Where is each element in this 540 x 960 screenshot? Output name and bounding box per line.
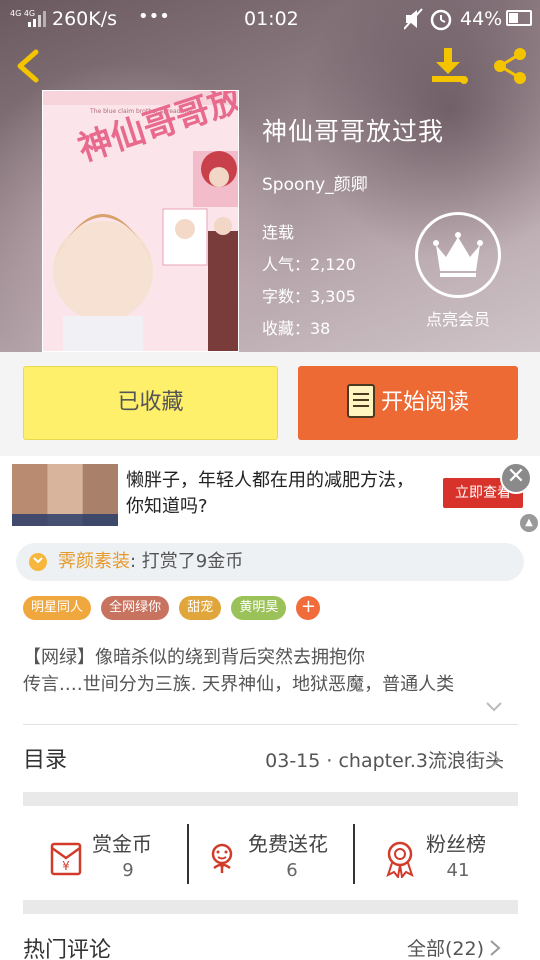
book-header: 4G 4G 260K/s ••• 01:02 44% The blue clai… bbox=[0, 0, 540, 352]
free-flowers-button[interactable]: 免费送花 6 bbox=[202, 824, 342, 884]
hot-comments-header[interactable]: 热门评论 全部(22) bbox=[0, 928, 540, 960]
stat-value: 6 bbox=[286, 860, 298, 881]
fan-ranking-button[interactable]: 粉丝榜 41 bbox=[380, 824, 510, 884]
collected-button[interactable]: 已收藏 bbox=[23, 366, 278, 440]
share-icon[interactable] bbox=[490, 46, 530, 86]
ad-close-button[interactable]: ✕ bbox=[500, 462, 532, 494]
stat-value: 9 bbox=[122, 860, 134, 881]
crown-icon bbox=[415, 212, 501, 298]
chevron-right-icon bbox=[490, 752, 501, 768]
book-author[interactable]: Spoony_颜卿 bbox=[262, 170, 444, 195]
section-divider bbox=[23, 900, 518, 914]
status-bar: 4G 4G 260K/s ••• 01:02 44% bbox=[0, 0, 540, 38]
reward-coins-button[interactable]: ¥ 赏金币 9 bbox=[46, 824, 176, 884]
start-reading-label: 开始阅读 bbox=[380, 390, 469, 415]
book-icon bbox=[346, 384, 375, 418]
signal-icon bbox=[28, 11, 46, 27]
book-description[interactable]: 【网绿】像暗杀似的绕到背后突然去拥抱你 传言.…世间分为三族. 天界神仙，地狱恶… bbox=[23, 644, 523, 698]
hot-comments-label: 热门评论 bbox=[23, 938, 112, 960]
start-reading-button[interactable]: 开始阅读 bbox=[298, 366, 518, 440]
stats-row: ¥ 赏金币 9 免费送花 6 粉丝榜 41 bbox=[0, 804, 540, 900]
divider bbox=[23, 724, 518, 725]
stat-name: 赏金币 bbox=[92, 832, 152, 856]
table-of-contents-row[interactable]: 目录 03-15 · chapter.3流浪街头 bbox=[0, 726, 540, 790]
network-speed: 260K/s bbox=[52, 8, 118, 30]
clock: 01:02 bbox=[244, 8, 299, 30]
reward-ticker[interactable]: 霁颜素装: 打赏了9金币 bbox=[16, 543, 524, 581]
expand-chevron-icon[interactable] bbox=[484, 700, 504, 714]
divider bbox=[187, 824, 189, 884]
book-title: 神仙哥哥放过我 bbox=[262, 117, 445, 146]
cover-artwork: The blue claim brother spread me 神仙哥哥放过我 bbox=[43, 91, 238, 351]
tag-list: 明星同人 全网绿你 甜宠 黄明昊 + bbox=[23, 596, 321, 620]
back-arrow-icon[interactable] bbox=[10, 46, 48, 86]
description-line: 传言.…世间分为三族. 天界神仙，地狱恶魔，普通人类 bbox=[23, 674, 455, 695]
chevron-right-icon bbox=[490, 940, 501, 956]
stat-name: 粉丝榜 bbox=[426, 832, 486, 856]
more-notifications-icon: ••• bbox=[138, 6, 170, 27]
ad-badge-icon: ▲ bbox=[520, 514, 538, 532]
tag-item[interactable]: 甜宠 bbox=[179, 596, 222, 620]
vip-button[interactable]: 点亮会员 bbox=[414, 212, 502, 330]
flower-icon bbox=[211, 843, 233, 873]
reward-user: 霁颜素装 bbox=[58, 551, 130, 572]
medal-icon bbox=[386, 841, 414, 878]
red-envelope-icon: ¥ bbox=[50, 842, 82, 876]
battery-icon bbox=[506, 10, 532, 26]
divider bbox=[353, 824, 355, 884]
stat-name: 免费送花 bbox=[248, 832, 328, 856]
vip-label: 点亮会员 bbox=[425, 310, 490, 329]
latest-chapter: 03-15 · chapter.3流浪街头 bbox=[265, 750, 504, 772]
download-icon[interactable] bbox=[428, 46, 472, 86]
stat-value: 41 bbox=[446, 860, 470, 881]
action-bar: 已收藏 开始阅读 bbox=[0, 352, 540, 456]
svg-text:¥: ¥ bbox=[62, 859, 70, 873]
battery-percent: 44% bbox=[460, 8, 503, 30]
reward-action: : 打赏了9金币 bbox=[130, 551, 244, 572]
book-detail-content: 霁颜素装: 打赏了9金币 明星同人 全网绿你 甜宠 黄明昊 + 【网绿】像暗杀似… bbox=[0, 536, 540, 960]
book-cover[interactable]: The blue claim brother spread me 神仙哥哥放过我 bbox=[42, 90, 239, 352]
ad-image bbox=[12, 464, 118, 526]
tag-item[interactable]: 明星同人 bbox=[23, 596, 92, 620]
ad-banner[interactable]: 懒胖子，年轻人都在用的减肥方法，你知道吗? 立即查看 bbox=[0, 456, 540, 536]
coin-icon bbox=[29, 553, 47, 571]
add-tag-button[interactable]: + bbox=[296, 596, 321, 620]
toc-label: 目录 bbox=[23, 748, 68, 773]
mute-alarm-icons bbox=[404, 8, 452, 31]
ad-text: 懒胖子，年轻人都在用的减肥方法，你知道吗? bbox=[126, 470, 414, 517]
all-comments-link[interactable]: 全部(22) bbox=[407, 934, 484, 960]
tag-item[interactable]: 黄明昊 bbox=[231, 596, 287, 620]
tag-item[interactable]: 全网绿你 bbox=[101, 596, 170, 620]
description-line: 【网绿】像暗杀似的绕到背后突然去拥抱你 bbox=[23, 647, 365, 668]
